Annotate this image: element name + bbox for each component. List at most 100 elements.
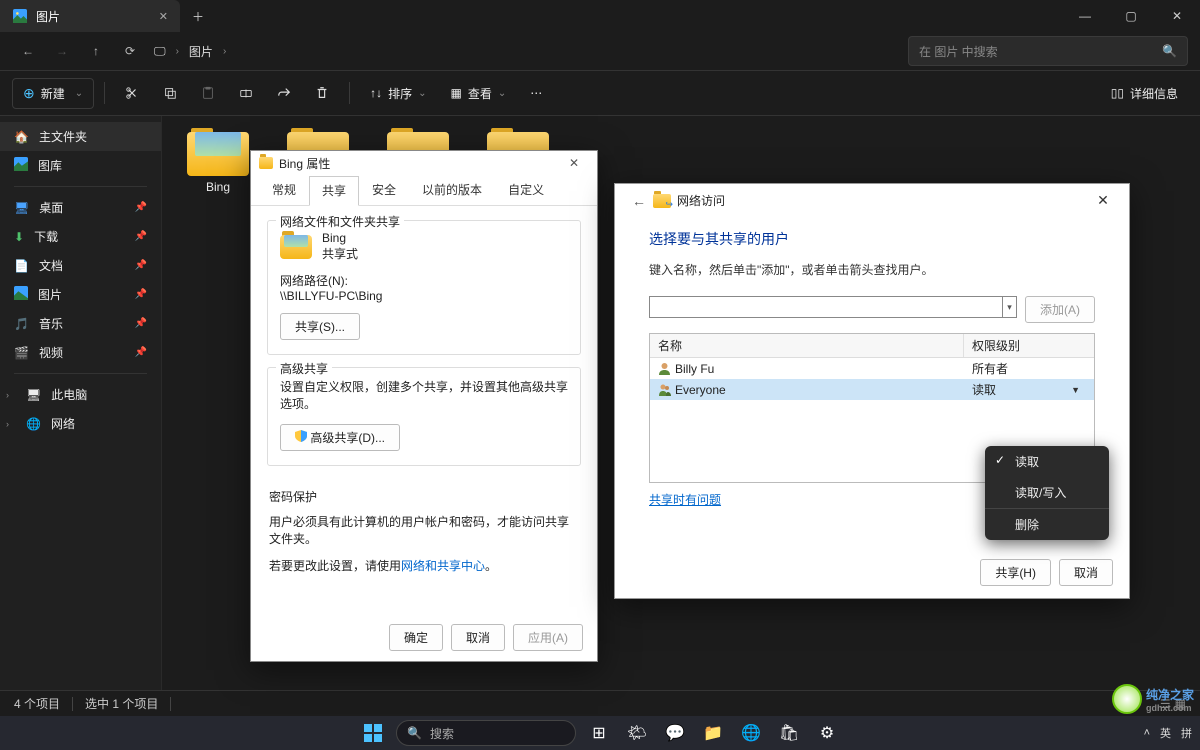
dropdown-arrow-icon[interactable]: ▾ — [1002, 297, 1016, 317]
tab-general[interactable]: 常规 — [259, 175, 309, 205]
taskbar-app[interactable]: 🌤 — [622, 718, 652, 748]
netpath-label: 网络路径(N): — [280, 272, 568, 289]
menu-item-read[interactable]: 读取 — [985, 446, 1109, 477]
music-icon: 🎵 — [14, 317, 29, 331]
sidebar-item-music[interactable]: 🎵 音乐 📌 — [0, 309, 161, 338]
close-icon[interactable]: ✕ — [559, 156, 589, 170]
user-name-input[interactable]: ▾ — [649, 296, 1017, 318]
tray-chevron-icon[interactable]: ˄ — [1144, 727, 1150, 739]
downloads-icon: ⬇ — [14, 230, 24, 244]
tab-security[interactable]: 安全 — [359, 175, 409, 205]
status-bar: 4 个项目 选中 1 个项目 ☰ ▦ — [0, 690, 1200, 716]
separator — [14, 186, 147, 187]
view-icon: ▦ — [451, 86, 462, 100]
paste-button[interactable] — [191, 80, 225, 106]
new-tab-button[interactable]: ＋ — [180, 8, 216, 25]
apply-button[interactable]: 应用(A) — [513, 624, 583, 651]
tab-previous-versions[interactable]: 以前的版本 — [409, 175, 495, 205]
tab-sharing[interactable]: 共享 — [309, 176, 359, 206]
advanced-sharing-button[interactable]: 高级共享(D)... — [280, 424, 400, 451]
search-input[interactable]: 在 图片 中搜索 🔍 — [908, 36, 1188, 66]
sidebar-item-documents[interactable]: 📄 文档 📌 — [0, 251, 161, 280]
share-button[interactable]: 共享(S)... — [280, 313, 360, 340]
sidebar-item-thispc[interactable]: › 🖥 此电脑 — [0, 380, 161, 409]
share-confirm-button[interactable]: 共享(H) — [980, 559, 1051, 586]
ime-mode[interactable]: 拼 — [1181, 725, 1192, 741]
details-pane-button[interactable]: ▯▯ 详细信息 — [1101, 79, 1188, 108]
more-button[interactable]: ⋯ — [520, 80, 552, 106]
up-button[interactable]: ↑ — [80, 35, 112, 67]
pwd-line2: 若要更改此设置，请使用网络和共享中心。 — [269, 557, 569, 574]
dialog-title: Bing 属性 — [279, 155, 330, 172]
dialog-titlebar[interactable]: Bing 属性 ✕ — [251, 151, 597, 175]
advanced-desc: 设置自定义权限，创建多个共享，并设置其他高级共享选项。 — [280, 378, 568, 412]
taskview-button[interactable]: ⊞ — [584, 718, 614, 748]
forward-button[interactable]: → — [46, 35, 78, 67]
dialog-header: ← 网络访问 ✕ — [615, 184, 1129, 217]
table-row[interactable]: Billy Fu 所有者 — [650, 358, 1094, 379]
rename-button[interactable] — [229, 80, 263, 106]
pictures-icon — [14, 286, 28, 303]
taskbar-store[interactable]: 🛍 — [774, 718, 804, 748]
breadcrumb[interactable]: 🖵 › 图片 › — [148, 43, 906, 60]
navbar: ← → ↑ ⟳ 🖵 › 图片 › 在 图片 中搜索 🔍 — [0, 32, 1200, 70]
table-row[interactable]: Everyone 读取 ▼ — [650, 379, 1094, 400]
dialog-header-title: 网络访问 — [677, 192, 725, 209]
close-icon[interactable]: ✕ — [1087, 192, 1119, 209]
refresh-button[interactable]: ⟳ — [114, 35, 146, 67]
taskbar-edge[interactable]: 🌐 — [736, 718, 766, 748]
properties-dialog: Bing 属性 ✕ 常规 共享 安全 以前的版本 自定义 网络文件和文件夹共享 … — [250, 150, 598, 662]
cancel-button[interactable]: 取消 — [1059, 559, 1113, 586]
network-center-link[interactable]: 网络和共享中心 — [401, 559, 485, 573]
new-button[interactable]: ⊕ 新建 ⌄ — [12, 78, 94, 109]
separator — [14, 373, 147, 374]
cancel-button[interactable]: 取消 — [451, 624, 505, 651]
tab-close-icon[interactable]: ✕ — [159, 10, 168, 23]
cut-button[interactable] — [115, 80, 149, 106]
back-icon[interactable]: ← — [625, 193, 653, 209]
sidebar-item-home[interactable]: 🏠 主文件夹 — [0, 122, 161, 151]
start-button[interactable] — [358, 718, 388, 748]
maximize-button[interactable]: ▢ — [1108, 0, 1154, 32]
plus-icon: ⊕ — [23, 85, 35, 102]
sidebar-item-videos[interactable]: 🎬 视频 📌 — [0, 338, 161, 367]
chevron-down-icon[interactable]: ▼ — [1071, 385, 1086, 395]
back-button[interactable]: ← — [12, 35, 44, 67]
menu-item-remove[interactable]: 删除 — [985, 508, 1109, 540]
delete-button[interactable] — [305, 80, 339, 106]
titlebar: 图片 ✕ ＋ — ▢ ✕ — [0, 0, 1200, 32]
taskbar-app[interactable]: 💬 — [660, 718, 690, 748]
col-permission[interactable]: 权限级别 — [964, 334, 1094, 357]
trouble-link[interactable]: 共享时有问题 — [649, 493, 721, 507]
breadcrumb-segment[interactable]: 图片 — [189, 43, 213, 60]
sidebar-item-pictures[interactable]: 图片 📌 — [0, 280, 161, 309]
share-button[interactable] — [267, 80, 301, 106]
folder-item[interactable]: Bing — [178, 126, 258, 194]
minimize-button[interactable]: — — [1062, 0, 1108, 32]
copy-button[interactable] — [153, 80, 187, 106]
view-button[interactable]: ▦ 查看 ⌄ — [441, 79, 517, 108]
close-button[interactable]: ✕ — [1154, 0, 1200, 32]
pin-icon: 📌 — [135, 289, 147, 300]
ok-button[interactable]: 确定 — [389, 624, 443, 651]
user-icon — [658, 362, 671, 375]
sort-button[interactable]: ↑↓ 排序 ⌄ — [360, 79, 436, 108]
sidebar-item-desktop[interactable]: 🖥 桌面 📌 — [0, 193, 161, 222]
tab-customize[interactable]: 自定义 — [495, 175, 557, 205]
taskbar-explorer[interactable]: 📁 — [698, 718, 728, 748]
separator — [349, 82, 350, 104]
ime-lang[interactable]: 英 — [1160, 725, 1171, 741]
col-name[interactable]: 名称 — [650, 334, 964, 357]
taskbar-settings[interactable]: ⚙ — [812, 718, 842, 748]
menu-item-readwrite[interactable]: 读取/写入 — [985, 477, 1109, 508]
status-items: 4 个项目 — [14, 695, 60, 712]
taskbar-search[interactable]: 🔍 搜索 — [396, 720, 576, 746]
sidebar-item-downloads[interactable]: ⬇ 下载 📌 — [0, 222, 161, 251]
status-selected: 选中 1 个项目 — [85, 695, 158, 712]
sidebar-item-gallery[interactable]: 图库 — [0, 151, 161, 180]
sidebar: 🏠 主文件夹 图库 🖥 桌面 📌 ⬇ 下载 📌 📄 文档 📌 图片 📌 — [0, 116, 162, 690]
add-button[interactable]: 添加(A) — [1025, 296, 1095, 323]
separator — [104, 82, 105, 104]
sidebar-item-network[interactable]: › 🌐 网络 — [0, 409, 161, 438]
window-tab[interactable]: 图片 ✕ — [0, 0, 180, 32]
